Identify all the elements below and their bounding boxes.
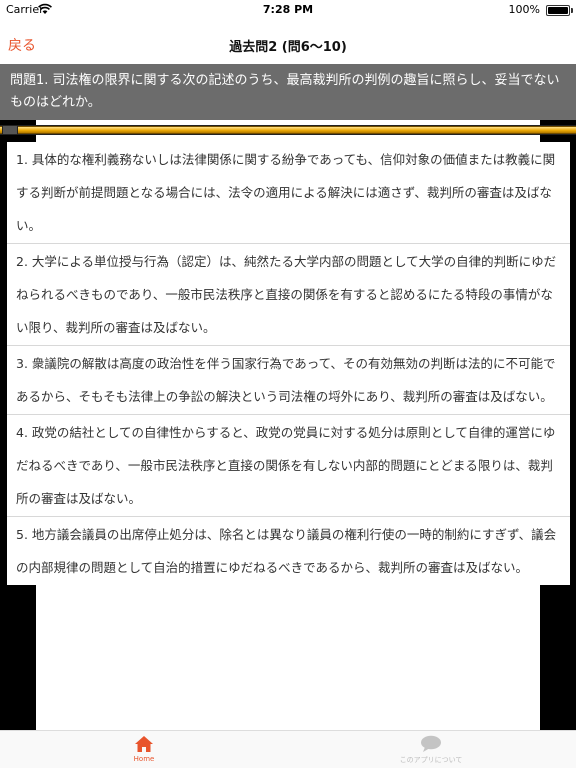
status-time: 7:28 PM bbox=[262, 3, 314, 16]
battery-icon bbox=[546, 5, 570, 16]
progress-track bbox=[0, 126, 576, 134]
answer-option-2[interactable]: 2. 大学による単位授与行為（認定）は、純然たる大学内部の問題として大学の自律的… bbox=[7, 244, 570, 346]
answer-option-1[interactable]: 1. 具体的な権利義務ないしは法律関係に関する紛争であっても、信仰対象の価値また… bbox=[7, 142, 570, 244]
tab-about[interactable]: このアプリについて bbox=[361, 735, 501, 765]
navigation-bar: 戻る 過去問2 (問6〜10) bbox=[0, 20, 576, 64]
tab-home[interactable]: Home bbox=[74, 735, 214, 763]
answer-list: 1. 具体的な権利義務ないしは法律関係に関する紛争であっても、信仰対象の価値また… bbox=[7, 142, 570, 585]
battery-percentage: 100% bbox=[508, 3, 540, 16]
battery-tip bbox=[571, 8, 573, 13]
progress-slider[interactable] bbox=[0, 125, 576, 135]
answer-option-4[interactable]: 4. 政党の結社としての自律性からすると、政党の党員に対する処分は原則として自律… bbox=[7, 415, 570, 517]
page-title: 過去問2 (問6〜10) bbox=[229, 40, 347, 55]
tab-about-label: このアプリについて bbox=[399, 756, 463, 764]
home-icon bbox=[135, 736, 153, 752]
answer-option-5[interactable]: 5. 地方議会議員の出席停止処分は、除名とは異なり議員の権利行使の一時的制約にす… bbox=[7, 517, 570, 585]
progress-thumb[interactable] bbox=[2, 125, 18, 135]
tab-home-label: Home bbox=[133, 755, 155, 763]
status-bar: Carrier 7:28 PM 100% bbox=[0, 0, 576, 20]
answer-option-3[interactable]: 3. 衆議院の解散は高度の政治性を伴う国家行為であって、その有効無効の判断は法的… bbox=[7, 346, 570, 415]
content-background bbox=[36, 604, 540, 732]
question-text: 問題1. 司法権の限界に関する次の記述のうち、最高裁判所の判例の趣旨に照らし、妥… bbox=[0, 64, 576, 120]
tab-bar: Home このアプリについて bbox=[0, 730, 576, 768]
speech-bubble-icon bbox=[421, 735, 441, 752]
